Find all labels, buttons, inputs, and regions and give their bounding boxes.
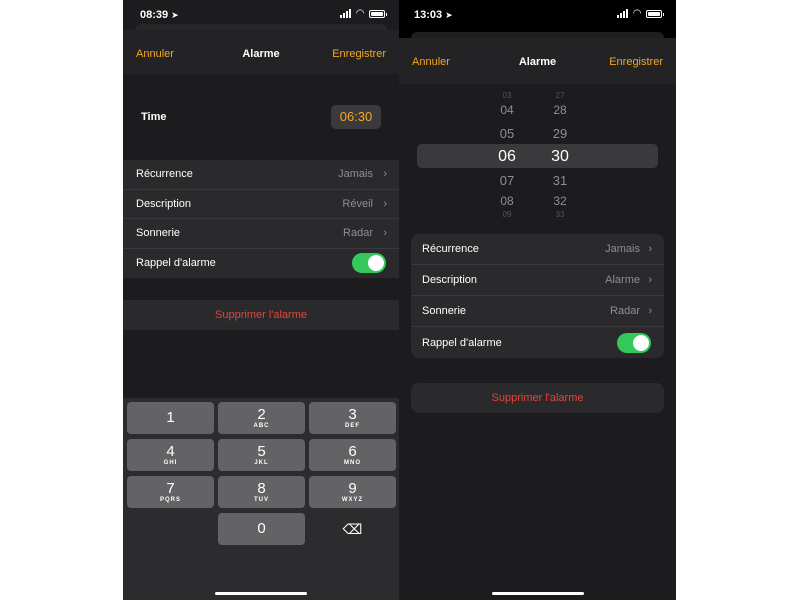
delete-alarm-button[interactable]: Supprimer l'alarme <box>123 300 399 330</box>
row-sound[interactable]: Sonnerie Radar › <box>411 296 664 327</box>
row-snooze: Rappel d'alarme <box>123 249 399 279</box>
backspace-button[interactable]: ⌫ <box>309 513 396 545</box>
row-sound[interactable]: Sonnerie Radar › <box>123 219 399 249</box>
minute-option: 27 <box>555 91 565 100</box>
key-7[interactable]: 7 PQRS <box>127 476 214 508</box>
time-label: Time <box>141 111 167 123</box>
minute-option: 31 <box>552 173 568 188</box>
chevron-right-icon: › <box>383 197 387 210</box>
key-6[interactable]: 6 MNO <box>309 439 396 471</box>
chevron-right-icon: › <box>648 305 652 317</box>
cellular-signal-icon <box>340 9 352 18</box>
time-row: Time 06:30 <box>123 74 399 160</box>
key-8[interactable]: 8 TUV <box>218 476 305 508</box>
hour-option: 05 <box>499 126 515 141</box>
location-arrow-icon: ➤ <box>445 10 453 20</box>
row-value: Alarme <box>605 274 640 286</box>
row-value: Réveil <box>342 197 373 210</box>
wifi-icon: ◠ <box>633 8 641 19</box>
row-label: Sonnerie <box>136 227 181 240</box>
numeric-keypad: 1 2 ABC 3 DEF 4 GHI 5 JKL 6 MNO 7 PQRS 8 TUV 9W… <box>123 398 399 600</box>
row-value: Radar <box>610 305 640 317</box>
row-value: Jamais <box>338 168 373 181</box>
row-value: Radar <box>343 227 373 240</box>
home-indicator <box>215 592 307 595</box>
home-indicator <box>491 592 584 595</box>
row-label: Sonnerie <box>422 305 467 317</box>
location-arrow-icon: ➤ <box>171 10 179 20</box>
time-input[interactable]: 06:30 <box>331 105 381 129</box>
settings-group: Récurrence Jamais › Description Alarme ›… <box>411 234 664 358</box>
row-description[interactable]: Description Alarme › <box>411 265 664 296</box>
chevron-right-icon: › <box>648 274 652 286</box>
hour-option: 08 <box>500 194 514 208</box>
minute-option: 28 <box>553 103 567 117</box>
status-bar: 13:03 ➤ ◠ <box>399 0 676 30</box>
hour-option: 09 <box>502 210 512 219</box>
save-button[interactable]: Enregistrer <box>332 48 386 60</box>
status-icons: ◠ <box>617 8 664 19</box>
hour-option: 07 <box>499 173 515 188</box>
alarm-edit-sheet: Annuler Alarme Enregistrer 03 04 05 06 0… <box>399 32 676 600</box>
hour-selected: 06 <box>498 148 516 165</box>
alarm-edit-sheet: Annuler Alarme Enregistrer Time 06:30 Ré… <box>123 24 399 600</box>
row-label: Description <box>136 197 192 210</box>
backspace-icon: ⌫ <box>342 521 363 537</box>
row-recurrence[interactable]: Récurrence Jamais › <box>411 234 664 265</box>
key-5[interactable]: 5 JKL <box>218 439 305 471</box>
status-icons: ◠ <box>340 8 387 19</box>
snooze-toggle[interactable] <box>352 253 386 274</box>
row-label: Récurrence <box>422 243 479 255</box>
phone-left: 08:39 ➤ ◠ Annuler Alarme Enregistrer Time… <box>123 0 399 600</box>
minute-option: 33 <box>555 210 565 219</box>
hour-option: 03 <box>502 91 512 100</box>
settings-group: Récurrence Jamais › Description Réveil ›… <box>123 160 399 278</box>
row-label: Description <box>422 274 478 286</box>
row-recurrence[interactable]: Récurrence Jamais › <box>123 160 399 190</box>
key-0[interactable]: 0 <box>218 513 305 545</box>
key-1[interactable]: 1 <box>127 402 214 434</box>
row-description[interactable]: Description Réveil › <box>123 190 399 219</box>
minute-selected: 30 <box>551 148 569 165</box>
minute-option: 29 <box>552 126 568 141</box>
chevron-right-icon: › <box>648 243 652 255</box>
key-2[interactable]: 2 ABC <box>218 402 305 434</box>
status-time: 13:03 ➤ <box>414 9 453 21</box>
battery-icon <box>369 9 387 18</box>
chevron-right-icon: › <box>383 168 387 181</box>
phone-right: 13:03 ➤ ◠ Annuler Alarme Enregistrer 03 0… <box>399 0 676 600</box>
row-value: Jamais <box>605 243 640 255</box>
row-label: Rappel d'alarme <box>136 257 216 270</box>
row-label: Rappel d'alarme <box>422 336 502 349</box>
key-4[interactable]: 4 GHI <box>127 439 214 471</box>
snooze-toggle[interactable] <box>617 332 651 353</box>
minute-option: 32 <box>553 194 567 208</box>
time-picker[interactable]: 03 04 05 06 07 08 09 27 28 29 30 31 32 3… <box>399 90 676 220</box>
row-snooze: Rappel d'alarme <box>411 327 664 358</box>
picker-selection-band <box>417 144 658 168</box>
key-9[interactable]: 9 WXYZ <box>309 476 396 508</box>
save-button[interactable]: Enregistrer <box>609 56 663 68</box>
delete-alarm-button[interactable]: Supprimer l'alarme <box>411 383 664 413</box>
nav-bar: Annuler Alarme Enregistrer <box>399 38 676 84</box>
wifi-icon: ◠ <box>356 8 364 19</box>
battery-icon <box>646 9 664 18</box>
cellular-signal-icon <box>617 9 629 18</box>
key-3[interactable]: 3 DEF <box>309 402 396 434</box>
row-label: Récurrence <box>136 168 193 181</box>
chevron-right-icon: › <box>383 227 387 240</box>
hour-option: 04 <box>500 103 514 117</box>
status-time: 08:39 ➤ <box>140 9 179 21</box>
nav-bar: Annuler Alarme Enregistrer <box>123 30 399 76</box>
